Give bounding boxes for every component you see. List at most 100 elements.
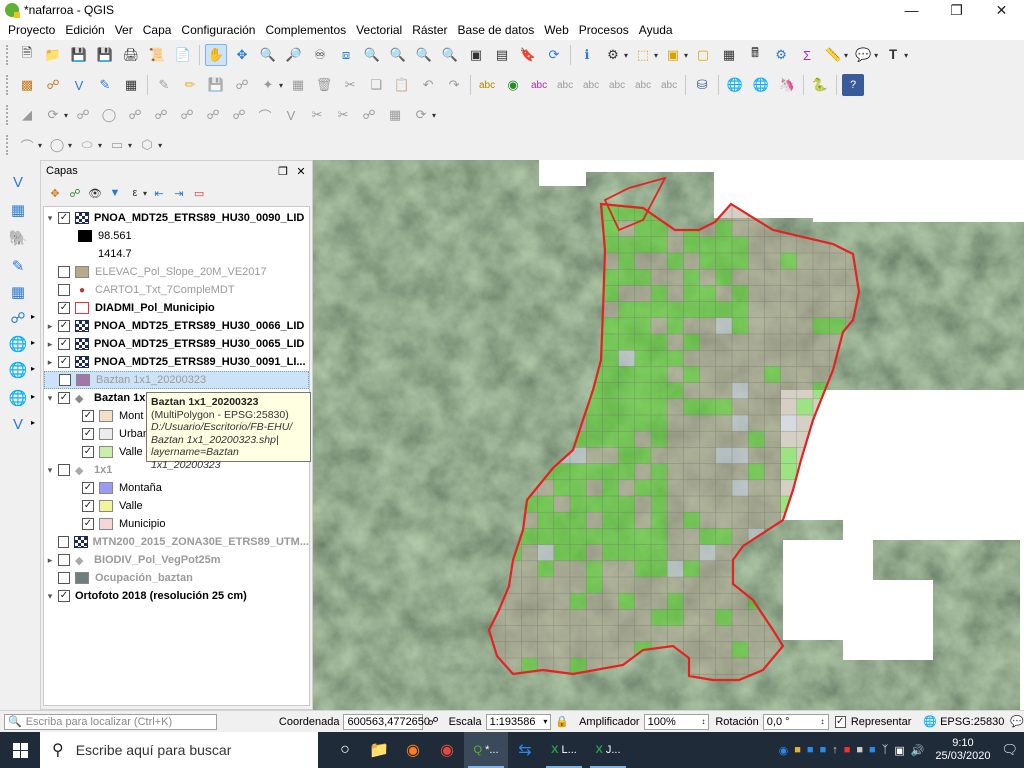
wms-search-icon[interactable]: 🌐 bbox=[750, 74, 772, 96]
menu-web[interactable]: Web bbox=[539, 23, 573, 37]
rotation-spinbox[interactable]: 0,0 ° ↕ bbox=[762, 713, 829, 730]
messages-icon[interactable]: 💬 bbox=[1010, 715, 1024, 728]
layer-row[interactable]: ● CARTO1_Txt_7CompleMDT bbox=[44, 281, 309, 299]
text-annotation-icon[interactable]: 𝐓 bbox=[882, 44, 904, 66]
menu-configuracion[interactable]: Configuración bbox=[176, 23, 260, 37]
database-icon[interactable]: ⛁ bbox=[691, 74, 713, 96]
close-button[interactable]: ✕ bbox=[979, 0, 1024, 20]
collapse-icon[interactable]: ▾ bbox=[44, 213, 56, 224]
deselect-icon[interactable]: ▢ bbox=[692, 44, 714, 66]
rotate-symbols-icon[interactable]: ⟳ bbox=[410, 104, 432, 126]
move-label-icon[interactable]: abc bbox=[606, 74, 628, 96]
delete-part-icon[interactable]: ☍ bbox=[202, 104, 224, 126]
add-postgis-layer-icon[interactable]: 🐘 bbox=[6, 226, 30, 250]
layer-row[interactable]: ▸ ✓ PNOA_MDT25_ETRS89_HU30_0091_LI... bbox=[44, 353, 309, 371]
attribute-table-icon[interactable]: ▦ bbox=[718, 44, 740, 66]
legend-item[interactable]: ✓ Municipio bbox=[44, 515, 309, 533]
start-button[interactable] bbox=[0, 732, 40, 768]
pan-to-selection-icon[interactable]: ✥ bbox=[231, 44, 253, 66]
tray-app-icon[interactable]: ■ bbox=[844, 744, 851, 756]
measure-icon[interactable]: 📏 bbox=[822, 44, 844, 66]
toolbar-grip[interactable] bbox=[6, 135, 10, 155]
legend-checkbox[interactable]: ✓ bbox=[82, 482, 94, 494]
magnifier-spinbox[interactable]: 100% ↕ bbox=[643, 713, 710, 730]
legend-checkbox[interactable]: ✓ bbox=[82, 446, 94, 458]
add-group-icon[interactable]: ☍ bbox=[66, 184, 84, 202]
layer-checkbox[interactable] bbox=[58, 572, 70, 584]
collapse-icon[interactable]: ▾ bbox=[44, 393, 56, 404]
help-icon[interactable]: ? bbox=[842, 74, 865, 96]
zoom-last-icon[interactable]: 🔍 bbox=[413, 44, 435, 66]
add-spatialite-icon[interactable]: ✎ bbox=[6, 254, 30, 278]
tray-app-icon[interactable]: ■ bbox=[794, 744, 801, 756]
label-tool-icon[interactable]: abc bbox=[476, 74, 498, 96]
layer-row[interactable]: ▸ ✓ PNOA_MDT25_ETRS89_HU30_0065_LID bbox=[44, 335, 309, 353]
diagram-tool-icon[interactable]: ◉ bbox=[502, 74, 524, 96]
legend-item[interactable]: ✓ Montaña bbox=[44, 479, 309, 497]
add-csv-icon[interactable]: ▦ bbox=[120, 74, 142, 96]
zoom-layer-icon[interactable]: 🔍 bbox=[387, 44, 409, 66]
menu-capa[interactable]: Capa bbox=[138, 23, 177, 37]
split-parts-icon[interactable]: ✂ bbox=[332, 104, 354, 126]
modify-attributes-icon[interactable]: ▦ bbox=[287, 74, 309, 96]
add-raster-layer-icon[interactable]: ▦ bbox=[6, 198, 30, 222]
task-view-icon[interactable]: ○ bbox=[328, 732, 362, 768]
offset-curve-icon[interactable]: ⌒ bbox=[254, 104, 276, 126]
zoom-next-icon[interactable]: 🔍 bbox=[439, 44, 461, 66]
layer-row[interactable]: Ocupación_baztan bbox=[44, 569, 309, 587]
fill-ring-icon[interactable]: ☍ bbox=[150, 104, 172, 126]
delete-selected-icon[interactable]: 🗑 bbox=[313, 74, 335, 96]
legend-checkbox[interactable]: ✓ bbox=[82, 500, 94, 512]
excel-taskbar-button-1[interactable]: X L... bbox=[542, 732, 586, 768]
add-virtual-layer-icon[interactable]: V bbox=[6, 412, 30, 436]
add-mssql-icon[interactable]: ▦ bbox=[6, 280, 30, 304]
tray-app-icon[interactable]: ◉ bbox=[779, 744, 789, 757]
menu-raster[interactable]: Ráster bbox=[407, 23, 452, 37]
metasearch-icon[interactable]: 🌐 bbox=[724, 74, 746, 96]
layer-checkbox[interactable] bbox=[58, 266, 70, 278]
layer-checkbox[interactable] bbox=[58, 464, 70, 476]
layer-checkbox[interactable] bbox=[59, 374, 71, 386]
filter-expression-icon[interactable]: ε bbox=[126, 184, 144, 202]
layer-checkbox[interactable] bbox=[58, 284, 70, 296]
layer-row[interactable]: ▾ ✓ PNOA_MDT25_ETRS89_HU30_0090_LID bbox=[44, 209, 309, 227]
expand-icon[interactable]: ▸ bbox=[44, 339, 56, 350]
pin-labels-icon[interactable]: abc bbox=[528, 74, 550, 96]
add-wms-icon[interactable]: 🌐 bbox=[6, 332, 30, 356]
filter-legend-icon[interactable]: ▼ bbox=[106, 184, 124, 202]
pan-map-icon[interactable]: ✋ bbox=[205, 44, 227, 66]
layer-row[interactable]: ELEVAC_Pol_Slope_20M_VE2017 bbox=[44, 263, 309, 281]
layer-style-icon[interactable]: ✥ bbox=[46, 184, 64, 202]
menu-vectorial[interactable]: Vectorial bbox=[351, 23, 407, 37]
statistics-icon[interactable]: Σ bbox=[796, 44, 818, 66]
layer-checkbox[interactable]: ✓ bbox=[58, 338, 70, 350]
advanced-digitizing-icon[interactable]: ◢ bbox=[16, 104, 38, 126]
show-hide-labels-icon[interactable]: abc bbox=[554, 74, 576, 96]
map-tips-icon[interactable]: 💬 bbox=[852, 44, 874, 66]
system-clock[interactable]: 9:10 25/03/2020 bbox=[935, 737, 990, 763]
layer-row[interactable]: ✓ DIADMI_Pol_Municipio bbox=[44, 299, 309, 317]
merge-attributes-icon[interactable]: ▦ bbox=[384, 104, 406, 126]
menu-complementos[interactable]: Complementos bbox=[260, 23, 351, 37]
data-source-manager-icon[interactable]: ▩ bbox=[16, 74, 38, 96]
new-print-layout-icon[interactable]: 🖨 bbox=[120, 44, 142, 66]
layer-row-selected[interactable]: Baztan 1x1_20200323 bbox=[44, 371, 309, 389]
open-project-icon[interactable]: 📁 bbox=[42, 44, 64, 66]
menu-base-de-datos[interactable]: Base de datos bbox=[453, 23, 540, 37]
undo-icon[interactable]: ↶ bbox=[417, 74, 439, 96]
tray-app-icon[interactable]: ■ bbox=[856, 744, 863, 756]
select-by-value-icon[interactable]: ▣ bbox=[662, 44, 684, 66]
circular-string-icon[interactable]: ⌒ bbox=[16, 134, 38, 156]
layer-row[interactable]: MTN200_2015_ZONA30E_ETRS89_UTM... bbox=[44, 533, 309, 551]
legend-checkbox[interactable]: ✓ bbox=[82, 518, 94, 530]
add-ellipse-icon[interactable]: ⬭ bbox=[76, 134, 98, 156]
temporal-icon[interactable]: ▤ bbox=[491, 44, 513, 66]
bluetooth-icon[interactable]: ᛉ bbox=[882, 744, 889, 756]
redo-icon[interactable]: ↷ bbox=[443, 74, 465, 96]
layout-manager-icon[interactable]: 📜 bbox=[146, 44, 168, 66]
lock-scale-icon[interactable]: 🔒 bbox=[555, 715, 569, 728]
tray-app-icon[interactable]: ↑ bbox=[832, 744, 838, 756]
layer-checkbox[interactable]: ✓ bbox=[58, 392, 70, 404]
add-oracle-icon[interactable]: ☍ bbox=[6, 306, 30, 330]
reverse-line-icon[interactable]: V bbox=[280, 104, 302, 126]
